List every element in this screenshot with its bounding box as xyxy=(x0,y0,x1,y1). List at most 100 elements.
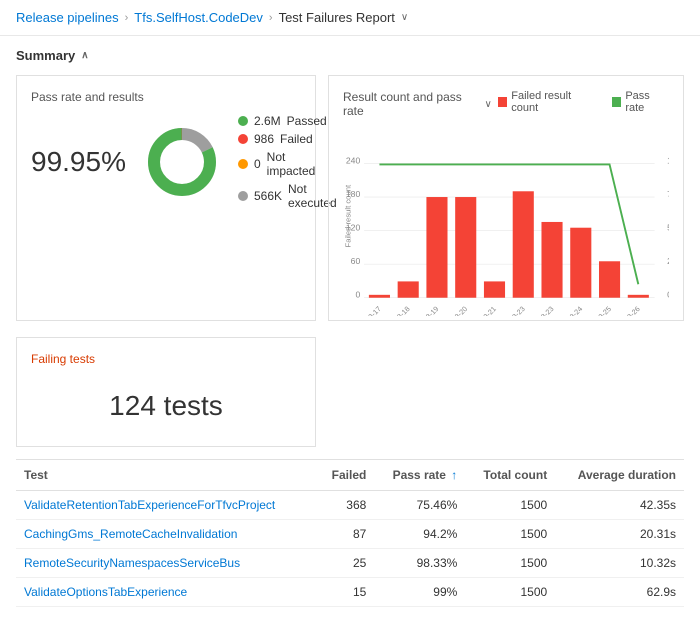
bar-4 xyxy=(455,197,476,298)
svg-text:2018-08-25: 2018-08-25 xyxy=(581,304,613,316)
svg-text:2018-08-23: 2018-08-23 xyxy=(523,304,555,316)
title-dropdown-icon[interactable]: ∨ xyxy=(401,12,408,23)
svg-text:50: 50 xyxy=(667,223,669,233)
spacer xyxy=(328,337,684,447)
table-header-row: Test Failed Pass rate ↑ Total count Aver… xyxy=(16,460,684,491)
table-cell-passrate: 98.33% xyxy=(374,549,465,578)
table-cell-totalcount: 1500 xyxy=(465,578,555,607)
svg-text:240: 240 xyxy=(346,155,361,165)
legend-failed: 986 Failed xyxy=(238,132,337,146)
legend-failed-dot xyxy=(238,134,248,144)
results-table-section: Test Failed Pass rate ↑ Total count Aver… xyxy=(16,459,684,607)
col-failed: Failed xyxy=(317,460,374,491)
bar-3 xyxy=(426,197,447,298)
table-cell-totalcount: 1500 xyxy=(465,520,555,549)
svg-text:25: 25 xyxy=(667,256,669,266)
chart-svg: 0 60 120 180 240 Failed result count 0 2… xyxy=(343,126,669,316)
legend-failed-label: Failed xyxy=(280,132,313,146)
donut-chart xyxy=(142,122,222,202)
legend-passed: 2.6M Passed xyxy=(238,114,337,128)
table-cell-test[interactable]: ValidateRetentionTabExperienceForTfvcPro… xyxy=(16,491,317,520)
pass-rate-percent: 99.95% xyxy=(31,146,126,178)
bar-8 xyxy=(570,228,591,298)
table-row: CachingGms_RemoteCacheInvalidation 87 94… xyxy=(16,520,684,549)
table-cell-passrate: 99% xyxy=(374,578,465,607)
table-row: RemoteSecurityNamespacesServiceBus 25 98… xyxy=(16,549,684,578)
table-cell-test[interactable]: ValidateOptionsTabExperience xyxy=(16,578,317,607)
table-cell-test[interactable]: RemoteSecurityNamespacesServiceBus xyxy=(16,549,317,578)
table-cell-avgduration: 10.32s xyxy=(555,549,684,578)
failing-tests-title: Failing tests xyxy=(31,352,301,366)
svg-text:0: 0 xyxy=(667,290,669,300)
bar-7 xyxy=(541,222,562,298)
col-avgduration: Average duration xyxy=(555,460,684,491)
bar-10 xyxy=(628,295,649,298)
chart-title: Result count and pass rate xyxy=(343,90,479,118)
svg-text:60: 60 xyxy=(351,256,361,266)
legend-failed-value: 986 xyxy=(254,132,274,146)
table-row: ValidateOptionsTabExperience 15 99% 1500… xyxy=(16,578,684,607)
legend-passed-dot xyxy=(238,116,248,126)
table-cell-avgduration: 62.9s xyxy=(555,578,684,607)
breadcrumb-link-1[interactable]: Release pipelines xyxy=(16,10,119,25)
pass-rate-legend: 2.6M Passed 986 Failed 0 Not impacted xyxy=(238,114,337,210)
chart-legend-passrate: Pass rate xyxy=(612,90,669,114)
bar-9 xyxy=(599,261,620,297)
legend-not-impacted-label: Not impacted xyxy=(267,150,337,178)
breadcrumb-link-2[interactable]: Tfs.SelfHost.CodeDev xyxy=(134,10,263,25)
pass-rate-content: 99.95% xyxy=(31,114,301,210)
bar-1 xyxy=(369,295,390,298)
table-cell-failed: 15 xyxy=(317,578,374,607)
page-title: Test Failures Report xyxy=(279,10,395,25)
col-passrate[interactable]: Pass rate ↑ xyxy=(374,460,465,491)
breadcrumb-sep-1: › xyxy=(125,12,129,24)
table-cell-test[interactable]: CachingGms_RemoteCacheInvalidation xyxy=(16,520,317,549)
chart-card: Result count and pass rate ∨ Failed resu… xyxy=(328,75,684,321)
table-cell-avgduration: 20.31s xyxy=(555,520,684,549)
svg-text:2018-08-23: 2018-08-23 xyxy=(494,304,526,316)
failing-tests-count: 124 tests xyxy=(31,380,301,432)
legend-not-executed-value: 566K xyxy=(254,189,282,203)
summary-chevron[interactable]: ∧ xyxy=(81,50,88,61)
legend-passed-value: 2.6M xyxy=(254,114,281,128)
summary-label: Summary xyxy=(16,48,75,63)
legend-not-impacted-value: 0 xyxy=(254,157,261,171)
svg-text:2018-08-20: 2018-08-20 xyxy=(437,304,469,316)
table-cell-passrate: 94.2% xyxy=(374,520,465,549)
svg-text:100: 100 xyxy=(667,155,669,165)
table-cell-avgduration: 42.35s xyxy=(555,491,684,520)
chart-legend-failed: Failed result count xyxy=(498,90,596,114)
legend-not-impacted-dot xyxy=(238,159,248,169)
table-cell-failed: 87 xyxy=(317,520,374,549)
svg-text:2018-08-18: 2018-08-18 xyxy=(379,304,411,316)
breadcrumb-sep-2: › xyxy=(269,12,273,24)
chart-legend: Failed result count Pass rate xyxy=(498,90,669,114)
bar-5 xyxy=(484,281,505,297)
chart-legend-passrate-label: Pass rate xyxy=(625,90,669,114)
table-body: ValidateRetentionTabExperienceForTfvcPro… xyxy=(16,491,684,607)
top-cards-row: Pass rate and results 99.95% xyxy=(16,75,684,321)
svg-text:2018-08-19: 2018-08-19 xyxy=(408,304,440,316)
failing-tests-card: Failing tests 124 tests xyxy=(16,337,316,447)
legend-not-executed: 566K Not executed xyxy=(238,182,337,210)
bottom-cards: Failing tests 124 tests xyxy=(16,337,684,447)
breadcrumb: Release pipelines › Tfs.SelfHost.CodeDev… xyxy=(0,0,700,36)
bar-6 xyxy=(513,191,534,297)
summary-section-header: Summary ∧ xyxy=(16,48,684,63)
chart-legend-failed-label: Failed result count xyxy=(511,90,596,114)
bar-2 xyxy=(398,281,419,297)
legend-passed-label: Passed xyxy=(287,114,327,128)
chart-dropdown-icon[interactable]: ∨ xyxy=(485,99,492,110)
table-cell-totalcount: 1500 xyxy=(465,491,555,520)
svg-text:75: 75 xyxy=(667,189,669,199)
svg-text:2018-08-17: 2018-08-17 xyxy=(351,304,383,316)
pass-rate-title: Pass rate and results xyxy=(31,90,301,104)
chart-header: Result count and pass rate ∨ Failed resu… xyxy=(343,90,669,118)
col-test: Test xyxy=(16,460,317,491)
svg-text:2018-08-21: 2018-08-21 xyxy=(466,304,498,316)
svg-text:2018-08-26: 2018-08-26 xyxy=(609,304,641,316)
legend-not-executed-dot xyxy=(238,191,248,201)
sort-icon: ↑ xyxy=(451,468,457,482)
table-cell-passrate: 75.46% xyxy=(374,491,465,520)
col-totalcount: Total count xyxy=(465,460,555,491)
